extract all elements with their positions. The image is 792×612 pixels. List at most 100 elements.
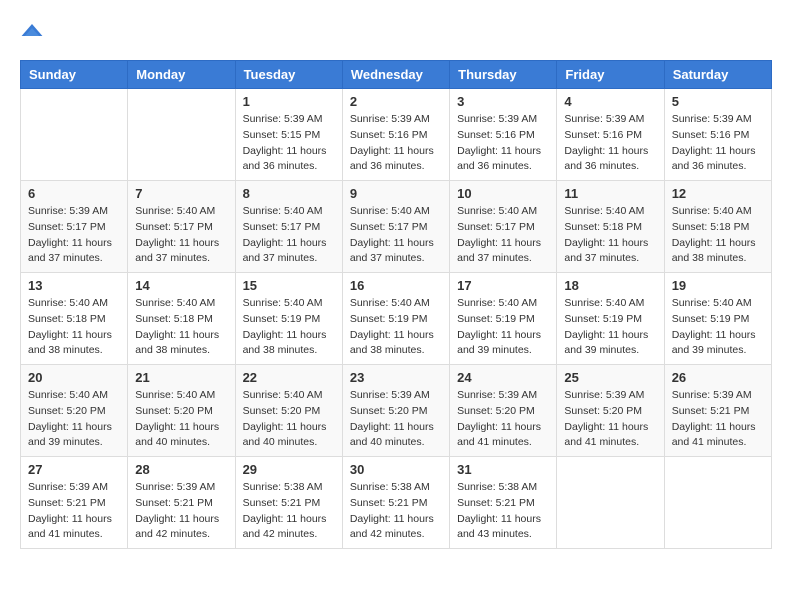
- day-detail: Sunrise: 5:39 AMSunset: 5:21 PMDaylight:…: [135, 480, 227, 543]
- day-detail: Sunrise: 5:40 AMSunset: 5:19 PMDaylight:…: [243, 296, 335, 359]
- calendar-cell: 28 Sunrise: 5:39 AMSunset: 5:21 PMDaylig…: [128, 457, 235, 549]
- calendar-cell: 29 Sunrise: 5:38 AMSunset: 5:21 PMDaylig…: [235, 457, 342, 549]
- calendar-cell: 23 Sunrise: 5:39 AMSunset: 5:20 PMDaylig…: [342, 365, 449, 457]
- day-number: 28: [135, 462, 227, 477]
- calendar-cell: 3 Sunrise: 5:39 AMSunset: 5:16 PMDayligh…: [450, 89, 557, 181]
- day-header-thursday: Thursday: [450, 61, 557, 89]
- day-header-tuesday: Tuesday: [235, 61, 342, 89]
- calendar-cell: 24 Sunrise: 5:39 AMSunset: 5:20 PMDaylig…: [450, 365, 557, 457]
- day-number: 26: [672, 370, 764, 385]
- day-number: 9: [350, 186, 442, 201]
- calendar-cell: [664, 457, 771, 549]
- calendar-cell: 20 Sunrise: 5:40 AMSunset: 5:20 PMDaylig…: [21, 365, 128, 457]
- calendar-cell: 22 Sunrise: 5:40 AMSunset: 5:20 PMDaylig…: [235, 365, 342, 457]
- day-detail: Sunrise: 5:39 AMSunset: 5:20 PMDaylight:…: [350, 388, 442, 451]
- day-number: 16: [350, 278, 442, 293]
- day-detail: Sunrise: 5:39 AMSunset: 5:16 PMDaylight:…: [564, 112, 656, 175]
- calendar-cell: 31 Sunrise: 5:38 AMSunset: 5:21 PMDaylig…: [450, 457, 557, 549]
- day-number: 3: [457, 94, 549, 109]
- calendar-cell: 7 Sunrise: 5:40 AMSunset: 5:17 PMDayligh…: [128, 181, 235, 273]
- day-detail: Sunrise: 5:40 AMSunset: 5:18 PMDaylight:…: [135, 296, 227, 359]
- day-number: 21: [135, 370, 227, 385]
- calendar-cell: 9 Sunrise: 5:40 AMSunset: 5:17 PMDayligh…: [342, 181, 449, 273]
- calendar-cell: 5 Sunrise: 5:39 AMSunset: 5:16 PMDayligh…: [664, 89, 771, 181]
- calendar-cell: 1 Sunrise: 5:39 AMSunset: 5:15 PMDayligh…: [235, 89, 342, 181]
- day-number: 2: [350, 94, 442, 109]
- day-header-saturday: Saturday: [664, 61, 771, 89]
- page-header: [20, 20, 772, 44]
- day-number: 4: [564, 94, 656, 109]
- calendar-cell: 11 Sunrise: 5:40 AMSunset: 5:18 PMDaylig…: [557, 181, 664, 273]
- logo-icon: [20, 20, 44, 44]
- day-number: 8: [243, 186, 335, 201]
- day-detail: Sunrise: 5:39 AMSunset: 5:15 PMDaylight:…: [243, 112, 335, 175]
- day-number: 15: [243, 278, 335, 293]
- day-detail: Sunrise: 5:40 AMSunset: 5:19 PMDaylight:…: [672, 296, 764, 359]
- calendar-cell: 4 Sunrise: 5:39 AMSunset: 5:16 PMDayligh…: [557, 89, 664, 181]
- day-number: 18: [564, 278, 656, 293]
- day-number: 19: [672, 278, 764, 293]
- calendar-cell: 6 Sunrise: 5:39 AMSunset: 5:17 PMDayligh…: [21, 181, 128, 273]
- day-number: 31: [457, 462, 549, 477]
- day-detail: Sunrise: 5:40 AMSunset: 5:18 PMDaylight:…: [28, 296, 120, 359]
- day-detail: Sunrise: 5:39 AMSunset: 5:20 PMDaylight:…: [457, 388, 549, 451]
- calendar-cell: [557, 457, 664, 549]
- day-detail: Sunrise: 5:40 AMSunset: 5:17 PMDaylight:…: [350, 204, 442, 267]
- calendar-cell: 26 Sunrise: 5:39 AMSunset: 5:21 PMDaylig…: [664, 365, 771, 457]
- day-detail: Sunrise: 5:39 AMSunset: 5:17 PMDaylight:…: [28, 204, 120, 267]
- day-header-sunday: Sunday: [21, 61, 128, 89]
- calendar-cell: 13 Sunrise: 5:40 AMSunset: 5:18 PMDaylig…: [21, 273, 128, 365]
- day-detail: Sunrise: 5:40 AMSunset: 5:17 PMDaylight:…: [135, 204, 227, 267]
- calendar-table: SundayMondayTuesdayWednesdayThursdayFrid…: [20, 60, 772, 549]
- day-number: 7: [135, 186, 227, 201]
- day-number: 17: [457, 278, 549, 293]
- day-detail: Sunrise: 5:40 AMSunset: 5:17 PMDaylight:…: [457, 204, 549, 267]
- day-number: 11: [564, 186, 656, 201]
- calendar-week-3: 13 Sunrise: 5:40 AMSunset: 5:18 PMDaylig…: [21, 273, 772, 365]
- calendar-cell: [128, 89, 235, 181]
- logo: [20, 20, 48, 44]
- day-detail: Sunrise: 5:40 AMSunset: 5:20 PMDaylight:…: [28, 388, 120, 451]
- calendar-cell: 12 Sunrise: 5:40 AMSunset: 5:18 PMDaylig…: [664, 181, 771, 273]
- calendar-week-1: 1 Sunrise: 5:39 AMSunset: 5:15 PMDayligh…: [21, 89, 772, 181]
- calendar-cell: 10 Sunrise: 5:40 AMSunset: 5:17 PMDaylig…: [450, 181, 557, 273]
- day-number: 24: [457, 370, 549, 385]
- calendar-cell: 27 Sunrise: 5:39 AMSunset: 5:21 PMDaylig…: [21, 457, 128, 549]
- day-number: 25: [564, 370, 656, 385]
- day-number: 20: [28, 370, 120, 385]
- day-number: 30: [350, 462, 442, 477]
- day-detail: Sunrise: 5:38 AMSunset: 5:21 PMDaylight:…: [350, 480, 442, 543]
- calendar-cell: 21 Sunrise: 5:40 AMSunset: 5:20 PMDaylig…: [128, 365, 235, 457]
- day-number: 6: [28, 186, 120, 201]
- day-detail: Sunrise: 5:39 AMSunset: 5:16 PMDaylight:…: [350, 112, 442, 175]
- day-detail: Sunrise: 5:40 AMSunset: 5:17 PMDaylight:…: [243, 204, 335, 267]
- day-detail: Sunrise: 5:39 AMSunset: 5:21 PMDaylight:…: [28, 480, 120, 543]
- calendar-cell: 15 Sunrise: 5:40 AMSunset: 5:19 PMDaylig…: [235, 273, 342, 365]
- day-number: 13: [28, 278, 120, 293]
- calendar-cell: 16 Sunrise: 5:40 AMSunset: 5:19 PMDaylig…: [342, 273, 449, 365]
- day-detail: Sunrise: 5:40 AMSunset: 5:18 PMDaylight:…: [564, 204, 656, 267]
- day-detail: Sunrise: 5:39 AMSunset: 5:20 PMDaylight:…: [564, 388, 656, 451]
- calendar-cell: [21, 89, 128, 181]
- day-detail: Sunrise: 5:39 AMSunset: 5:16 PMDaylight:…: [457, 112, 549, 175]
- day-header-monday: Monday: [128, 61, 235, 89]
- day-header-friday: Friday: [557, 61, 664, 89]
- day-number: 27: [28, 462, 120, 477]
- day-number: 29: [243, 462, 335, 477]
- day-number: 1: [243, 94, 335, 109]
- day-detail: Sunrise: 5:38 AMSunset: 5:21 PMDaylight:…: [243, 480, 335, 543]
- day-number: 23: [350, 370, 442, 385]
- day-detail: Sunrise: 5:40 AMSunset: 5:18 PMDaylight:…: [672, 204, 764, 267]
- calendar-week-2: 6 Sunrise: 5:39 AMSunset: 5:17 PMDayligh…: [21, 181, 772, 273]
- calendar-cell: 18 Sunrise: 5:40 AMSunset: 5:19 PMDaylig…: [557, 273, 664, 365]
- calendar-cell: 8 Sunrise: 5:40 AMSunset: 5:17 PMDayligh…: [235, 181, 342, 273]
- day-detail: Sunrise: 5:40 AMSunset: 5:20 PMDaylight:…: [243, 388, 335, 451]
- day-detail: Sunrise: 5:40 AMSunset: 5:19 PMDaylight:…: [457, 296, 549, 359]
- day-detail: Sunrise: 5:38 AMSunset: 5:21 PMDaylight:…: [457, 480, 549, 543]
- day-detail: Sunrise: 5:40 AMSunset: 5:20 PMDaylight:…: [135, 388, 227, 451]
- calendar-cell: 19 Sunrise: 5:40 AMSunset: 5:19 PMDaylig…: [664, 273, 771, 365]
- calendar-week-5: 27 Sunrise: 5:39 AMSunset: 5:21 PMDaylig…: [21, 457, 772, 549]
- day-detail: Sunrise: 5:39 AMSunset: 5:16 PMDaylight:…: [672, 112, 764, 175]
- calendar-cell: 17 Sunrise: 5:40 AMSunset: 5:19 PMDaylig…: [450, 273, 557, 365]
- calendar-cell: 25 Sunrise: 5:39 AMSunset: 5:20 PMDaylig…: [557, 365, 664, 457]
